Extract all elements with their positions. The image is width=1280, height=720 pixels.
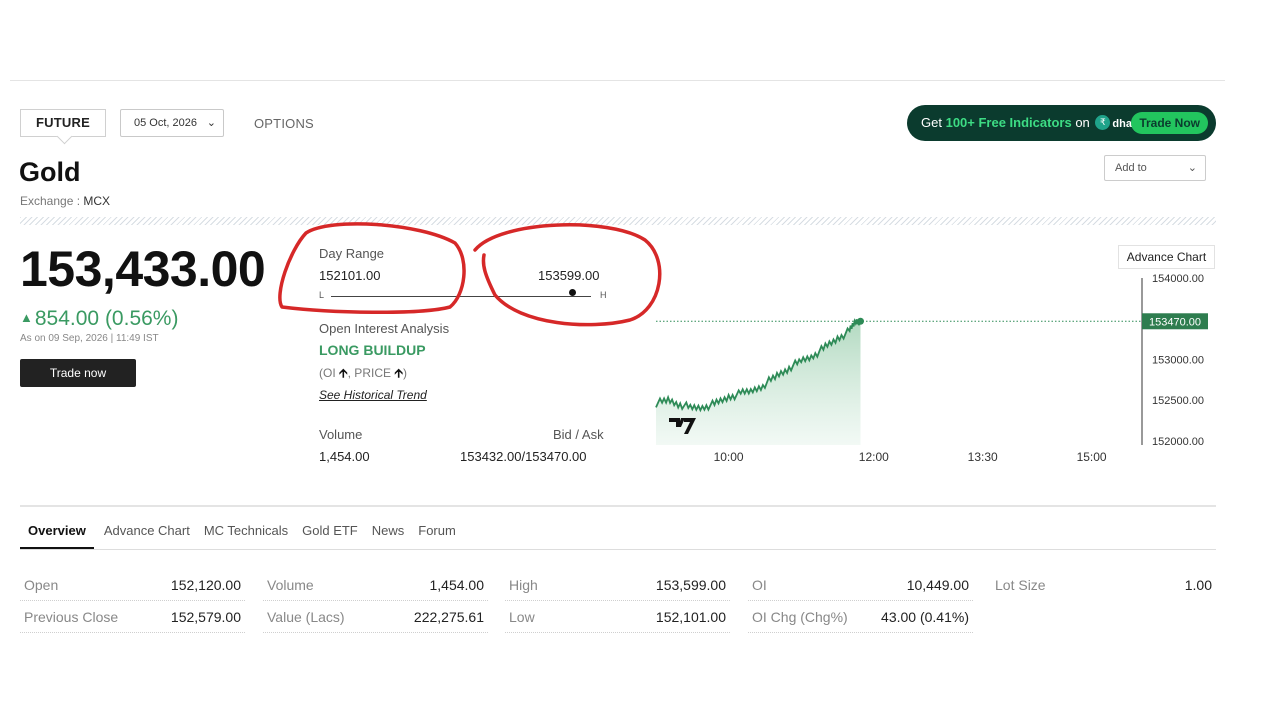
price-change-value: 854.00 (0.56%) — [34, 307, 179, 330]
detail-close: ) — [402, 366, 407, 380]
add-to-select[interactable]: Add to ⌄ — [1104, 155, 1206, 181]
stat-value: 152,579.00 — [170, 609, 241, 625]
promo-prefix: Get — [921, 115, 942, 130]
promo-highlight: 100+ Free Indicators — [945, 115, 1072, 130]
oi-analysis-label: Open Interest Analysis — [319, 321, 450, 336]
stat-row: High 153,599.00 — [505, 570, 730, 601]
stat-label: OI Chg (Chg%) — [752, 609, 848, 625]
page-title: Gold — [19, 157, 81, 187]
stat-label: Lot Size — [995, 577, 1046, 593]
tab-advance-chart[interactable]: Advance Chart — [104, 520, 190, 549]
arrow-up-icon: 🡩 — [339, 366, 348, 380]
promo-trade-now-button[interactable]: Trade Now — [1131, 112, 1208, 134]
exchange-value: MCX — [83, 194, 111, 208]
as-on-timestamp: As on 09 Sep, 2026 | 11:49 IST — [20, 333, 159, 344]
x-tick-label: 13:30 — [968, 450, 998, 464]
annotation-circles — [278, 222, 662, 327]
tab-overview[interactable]: Overview — [20, 520, 94, 549]
stat-value: 152,120.00 — [170, 577, 241, 593]
stat-label: Previous Close — [24, 609, 119, 625]
stat-value: 152,101.00 — [655, 609, 726, 625]
tab-forum[interactable]: Forum — [418, 520, 456, 549]
promo-on: on — [1075, 115, 1090, 130]
add-to-label: Add to — [1115, 162, 1147, 174]
tab-options[interactable]: OPTIONS — [254, 116, 314, 131]
intraday-chart[interactable]: 154000.00 153000.00 152500.00 152000.00 10:0… — [640, 270, 1230, 470]
exchange-label: Exchange : — [20, 194, 81, 208]
y-tick-label: 154000.00 — [1152, 273, 1204, 285]
up-triangle-icon: ▲ — [20, 310, 33, 325]
tab-news[interactable]: News — [372, 520, 405, 549]
expiry-value: 05 Oct, 2026 — [134, 117, 197, 129]
stat-label: Open — [24, 577, 59, 593]
stat-value: 1,454.00 — [429, 577, 485, 593]
advance-chart-button[interactable]: Advance Chart — [1118, 245, 1215, 269]
bid-ask-value: 153432.00/153470.00 — [460, 449, 587, 464]
oi-price-detail: (OI 🡩, PRICE 🡩) — [319, 364, 407, 385]
tab-future[interactable]: FUTURE — [20, 109, 106, 137]
stat-label: High — [509, 577, 538, 593]
tab-gold-etf[interactable]: Gold ETF — [302, 520, 358, 549]
last-price: 153,433.00 — [20, 241, 266, 297]
chevron-down-icon: ⌄ — [206, 117, 216, 129]
expiry-select[interactable]: 05 Oct, 2026 ⌄ — [120, 109, 224, 137]
stat-row: Lot Size 1.00 — [991, 570, 1216, 601]
stat-row: Previous Close 152,579.00 — [20, 602, 245, 633]
stat-row: OI 10,449.00 — [748, 570, 973, 601]
stat-label: Value (Lacs) — [267, 609, 345, 625]
oi-detail-label: (OI — [319, 366, 336, 380]
top-divider — [10, 80, 1225, 81]
bid-ask-label: Bid / Ask — [553, 427, 604, 442]
last-price-label: 153470.00 — [1149, 316, 1201, 328]
price-area — [656, 319, 861, 445]
stat-label: Volume — [267, 577, 314, 593]
x-tick-label: 15:00 — [1077, 450, 1107, 464]
dhan-logo-icon: ₹ — [1095, 115, 1111, 131]
stat-row: Value (Lacs) 222,275.61 — [263, 602, 488, 633]
stat-value: 153,599.00 — [655, 577, 726, 593]
volume-label: Volume — [319, 427, 363, 442]
section-divider — [20, 505, 1216, 507]
price-change: ▲854.00 (0.56%) — [20, 307, 178, 331]
exchange-info: Exchange : MCX — [20, 194, 110, 208]
stat-value: 222,275.61 — [413, 609, 484, 625]
y-tick-label: 152500.00 — [1152, 395, 1204, 407]
y-tick-label: 152000.00 — [1152, 436, 1204, 448]
stat-value: 1.00 — [1184, 577, 1212, 593]
stat-row: OI Chg (Chg%) 43.00 (0.41%) — [748, 602, 973, 633]
stat-row: Low 152,101.00 — [505, 602, 730, 633]
stat-label: OI — [752, 577, 767, 593]
promo-banner[interactable]: Get 100+ Free Indicators on ₹ dhan Trade … — [907, 105, 1216, 141]
volume-value: 1,454.00 — [319, 449, 370, 464]
chevron-down-icon: ⌄ — [1187, 162, 1197, 174]
stat-row: Open 152,120.00 — [20, 570, 245, 601]
overview-tabs: Overview Advance Chart MC Technicals Gold E… — [20, 520, 1216, 550]
stat-value: 43.00 (0.41%) — [881, 609, 969, 625]
x-tick-label: 10:00 — [714, 450, 744, 464]
stat-row: Volume 1,454.00 — [263, 570, 488, 601]
arrow-up-icon: 🡩 — [394, 366, 403, 380]
stat-value: 10,449.00 — [906, 577, 969, 593]
oi-status: LONG BUILDUP — [319, 342, 426, 358]
stat-label: Low — [509, 609, 535, 625]
trade-now-button[interactable]: Trade now — [20, 359, 136, 387]
x-tick-label: 12:00 — [859, 450, 889, 464]
price-detail-label: , PRICE — [347, 366, 391, 380]
historical-trend-link[interactable]: See Historical Trend — [319, 388, 427, 402]
tab-mc-technicals[interactable]: MC Technicals — [204, 520, 288, 549]
y-tick-label: 153000.00 — [1152, 355, 1204, 367]
